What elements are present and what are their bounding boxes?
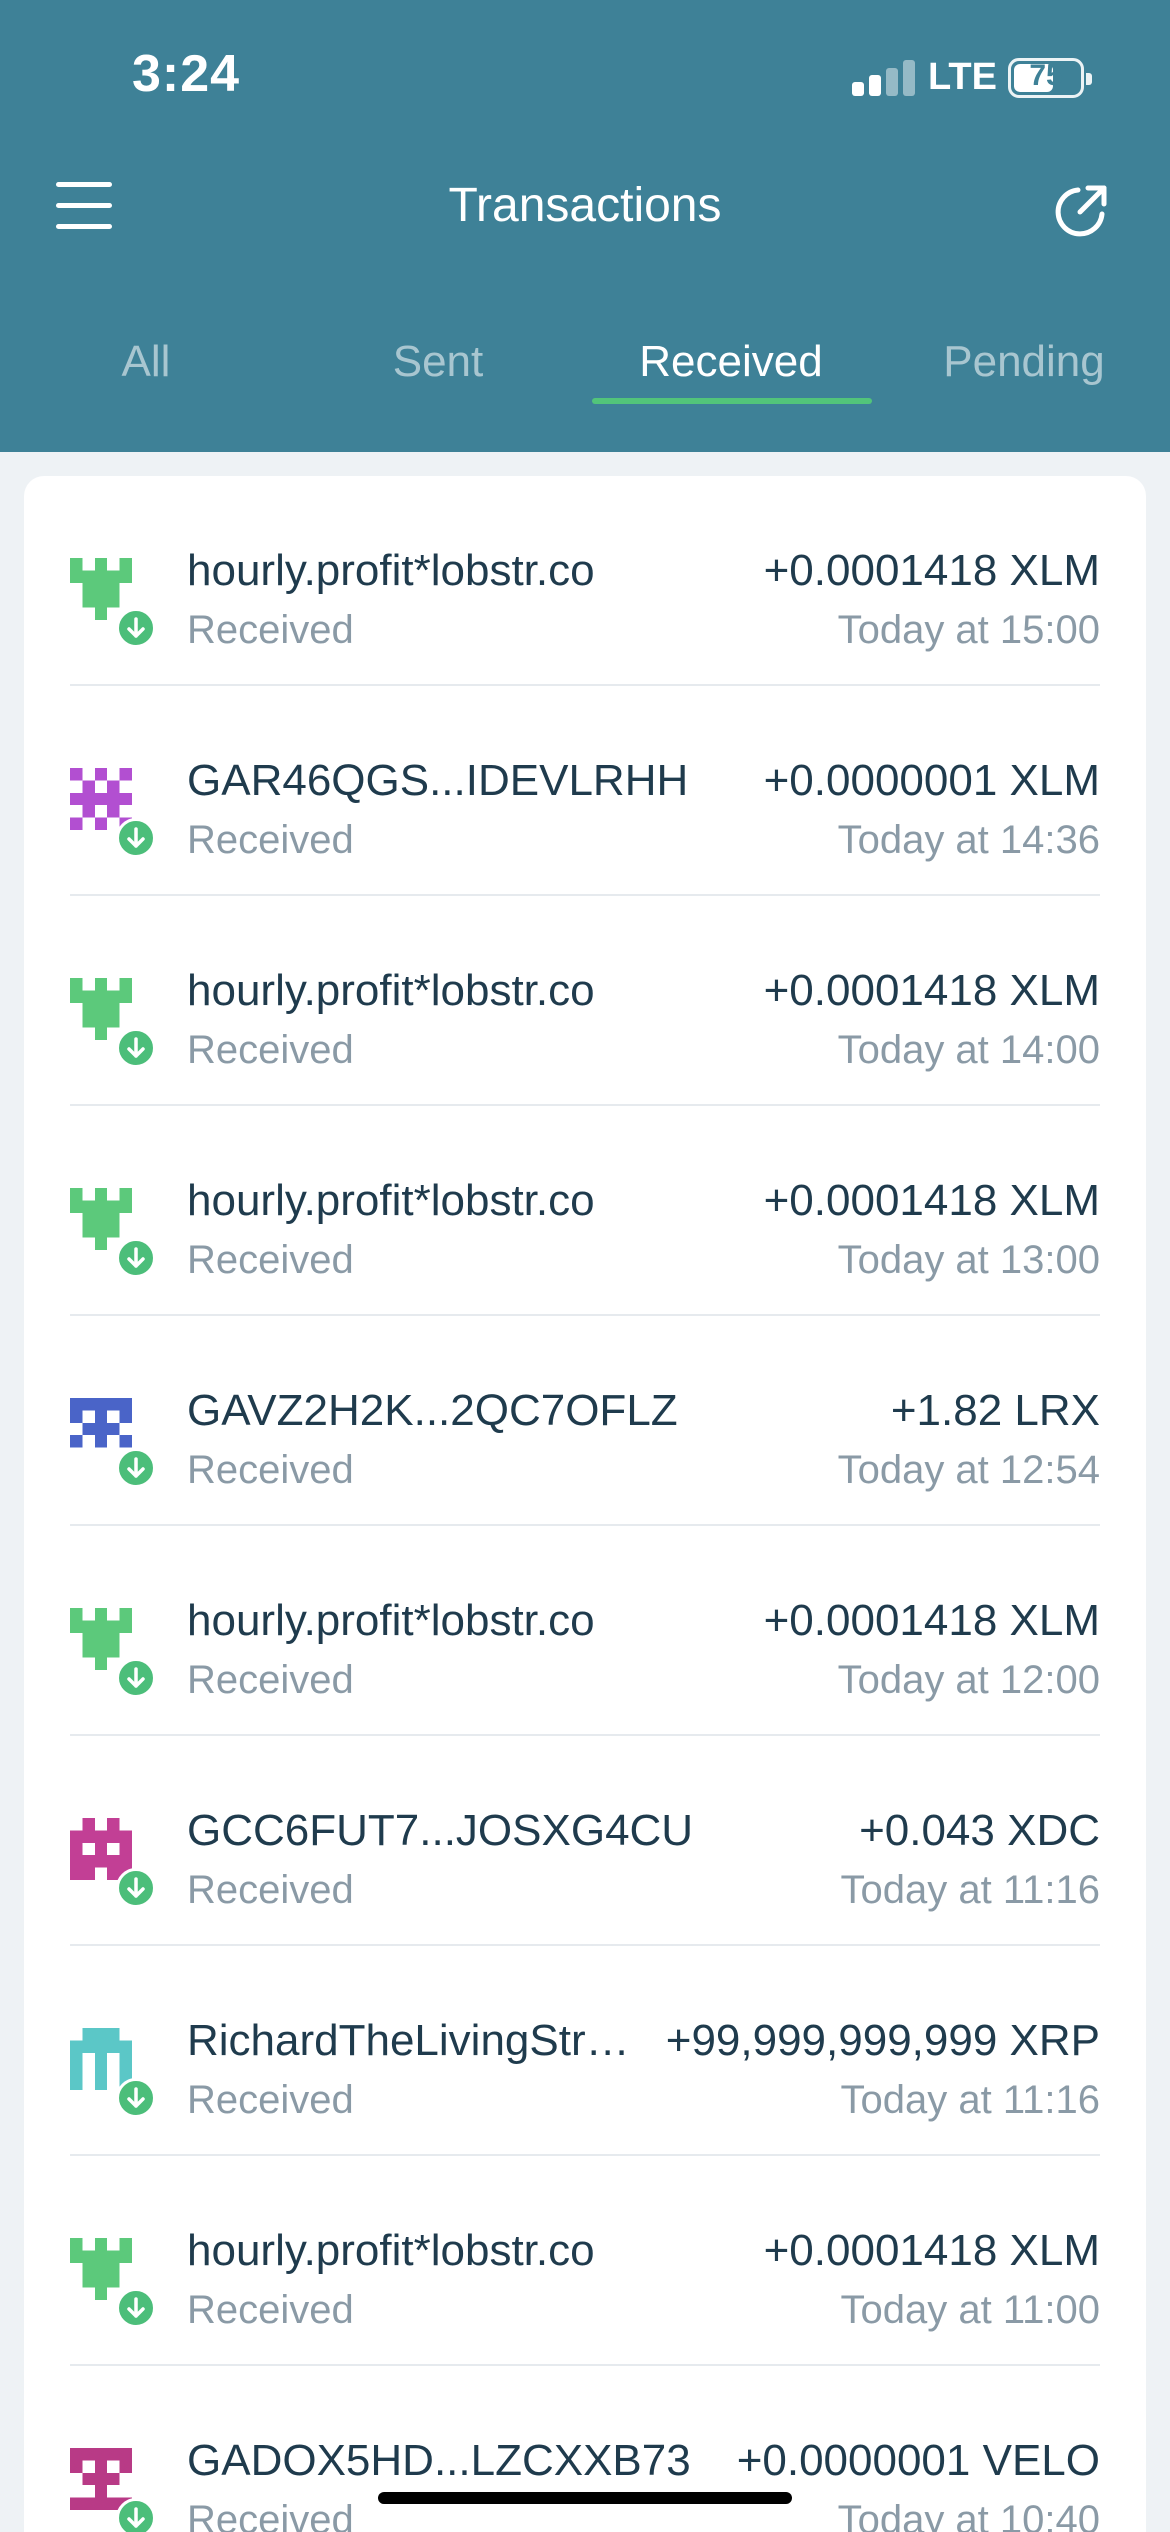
identicon-icon bbox=[70, 2448, 156, 2532]
transaction-name: hourly.profit*lobstr.co bbox=[187, 546, 595, 595]
transaction-name: GAVZ2H2K...2QC7OFLZ bbox=[187, 1386, 678, 1435]
transaction-date: Today at 13:00 bbox=[837, 1238, 1100, 1282]
identicon-icon bbox=[70, 1608, 156, 1698]
tab-received[interactable]: Received bbox=[585, 320, 877, 420]
transaction-name: RichardTheLivingStr… bbox=[187, 2016, 630, 2065]
transaction-date: Today at 11:16 bbox=[840, 2078, 1100, 2122]
transaction-name: GCC6FUT7...JOSXG4CU bbox=[187, 1806, 694, 1855]
transaction-status: Received bbox=[187, 1868, 354, 1912]
transaction-row[interactable]: GADOX5HD...LZCXXB73 Received +0.0000001 VE… bbox=[24, 2366, 1146, 2532]
home-indicator bbox=[378, 2492, 792, 2504]
received-arrow-icon bbox=[116, 2288, 156, 2328]
transaction-list: hourly.profit*lobstr.co Received +0.000141… bbox=[24, 476, 1146, 2532]
received-arrow-icon bbox=[116, 2498, 156, 2532]
tab-sent[interactable]: Sent bbox=[292, 320, 584, 420]
transaction-status: Received bbox=[187, 1448, 354, 1492]
battery-level: 75 bbox=[1029, 59, 1063, 92]
transaction-date: Today at 12:00 bbox=[837, 1658, 1100, 1702]
status-time: 3:24 bbox=[132, 45, 241, 103]
received-arrow-icon bbox=[116, 818, 156, 858]
transaction-row[interactable]: GAVZ2H2K...2QC7OFLZ Received +1.82 LRX Toda… bbox=[24, 1316, 1146, 1526]
transaction-date: Today at 11:16 bbox=[840, 1868, 1100, 1912]
transaction-date: Today at 14:36 bbox=[837, 818, 1100, 862]
transaction-row[interactable]: GAR46QGS...IDEVLRHH Received +0.0000001 XL… bbox=[24, 686, 1146, 896]
page-title: Transactions bbox=[448, 179, 722, 232]
transaction-name: hourly.profit*lobstr.co bbox=[187, 1596, 595, 1645]
signal-icon bbox=[852, 60, 916, 96]
transaction-tabs: All Sent Received Pending bbox=[0, 320, 1170, 452]
transaction-amount: +0.0000001 VELO bbox=[736, 2436, 1100, 2485]
identicon-icon bbox=[70, 558, 156, 648]
received-arrow-icon bbox=[116, 1028, 156, 1068]
transaction-name: GAR46QGS...IDEVLRHH bbox=[187, 756, 689, 805]
transaction-amount: +1.82 LRX bbox=[890, 1386, 1100, 1435]
transaction-status: Received bbox=[187, 2498, 354, 2532]
transaction-status: Received bbox=[187, 1238, 354, 1282]
transaction-row[interactable]: hourly.profit*lobstr.co Received +0.000141… bbox=[24, 2156, 1146, 2366]
transaction-row[interactable]: hourly.profit*lobstr.co Received +0.000141… bbox=[24, 1526, 1146, 1736]
transaction-amount: +0.0001418 XLM bbox=[763, 546, 1100, 595]
identicon-icon bbox=[70, 978, 156, 1068]
transaction-row[interactable]: hourly.profit*lobstr.co Received +0.000141… bbox=[24, 1106, 1146, 1316]
received-arrow-icon bbox=[116, 1658, 156, 1698]
transaction-row[interactable]: hourly.profit*lobstr.co Received +0.000141… bbox=[24, 896, 1146, 1106]
identicon-icon bbox=[70, 2028, 156, 2118]
transaction-date: Today at 15:00 bbox=[837, 608, 1100, 652]
identicon-icon bbox=[70, 1188, 156, 1278]
transaction-name: hourly.profit*lobstr.co bbox=[187, 2226, 595, 2275]
app-screen: 3:24 LTE 75 Transactions All Sent Receiv… bbox=[0, 0, 1170, 2532]
header-bar: 3:24 LTE 75 Transactions All Sent Receiv… bbox=[0, 0, 1170, 452]
transaction-status: Received bbox=[187, 608, 354, 652]
transaction-amount: +0.0001418 XLM bbox=[763, 2226, 1100, 2275]
transaction-row[interactable]: GCC6FUT7...JOSXG4CU Received +0.043 XDC Tod… bbox=[24, 1736, 1146, 1946]
identicon-icon bbox=[70, 1818, 156, 1908]
active-tab-indicator bbox=[592, 398, 872, 404]
transaction-name: hourly.profit*lobstr.co bbox=[187, 966, 595, 1015]
identicon-icon bbox=[70, 768, 156, 858]
transaction-amount: +0.0001418 XLM bbox=[763, 1596, 1100, 1645]
transaction-date: Today at 11:00 bbox=[840, 2288, 1100, 2332]
transaction-status: Received bbox=[187, 1658, 354, 1702]
transaction-amount: +99,999,999,999 XRP bbox=[665, 2016, 1100, 2065]
transaction-amount: +0.0001418 XLM bbox=[763, 1176, 1100, 1225]
identicon-icon bbox=[70, 1398, 156, 1488]
transaction-status: Received bbox=[187, 1028, 354, 1072]
received-arrow-icon bbox=[116, 1238, 156, 1278]
received-arrow-icon bbox=[116, 2078, 156, 2118]
transaction-date: Today at 12:54 bbox=[837, 1448, 1100, 1492]
transaction-row[interactable]: RichardTheLivingStr… Received +99,999,999,… bbox=[24, 1946, 1146, 2156]
transaction-status: Received bbox=[187, 2078, 354, 2122]
tab-pending[interactable]: Pending bbox=[878, 320, 1170, 420]
transaction-amount: +0.0001418 XLM bbox=[763, 966, 1100, 1015]
transaction-amount: +0.043 XDC bbox=[859, 1806, 1100, 1855]
received-arrow-icon bbox=[116, 1868, 156, 1908]
external-link-icon[interactable] bbox=[1052, 180, 1112, 240]
transaction-amount: +0.0000001 XLM bbox=[763, 756, 1100, 805]
transaction-date: Today at 14:00 bbox=[837, 1028, 1100, 1072]
status-bar: 3:24 LTE 75 bbox=[0, 0, 1170, 150]
received-arrow-icon bbox=[116, 608, 156, 648]
transaction-row[interactable]: hourly.profit*lobstr.co Received +0.000141… bbox=[24, 476, 1146, 686]
network-label: LTE bbox=[928, 56, 997, 98]
battery-icon: 75 bbox=[1008, 58, 1092, 98]
identicon-icon bbox=[70, 2238, 156, 2328]
transaction-name: hourly.profit*lobstr.co bbox=[187, 1176, 595, 1225]
received-arrow-icon bbox=[116, 1448, 156, 1488]
transaction-date: Today at 10:40 bbox=[837, 2498, 1100, 2532]
tab-all[interactable]: All bbox=[0, 320, 292, 420]
transaction-name: GADOX5HD...LZCXXB73 bbox=[187, 2436, 691, 2485]
transaction-status: Received bbox=[187, 2288, 354, 2332]
transaction-status: Received bbox=[187, 818, 354, 862]
